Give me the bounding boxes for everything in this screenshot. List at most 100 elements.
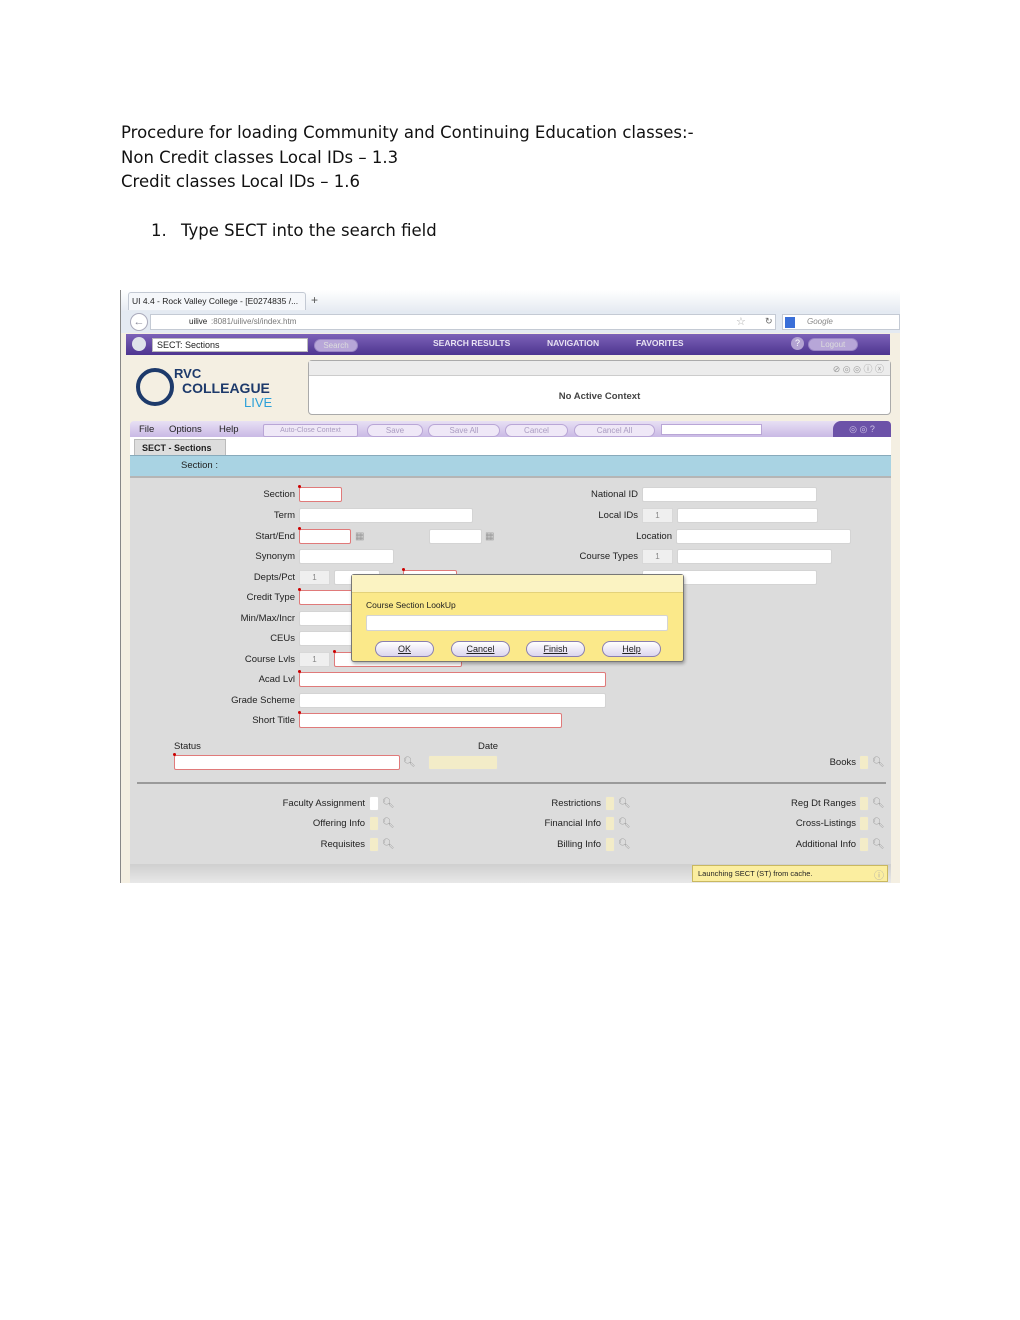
national-id-input[interactable] [642,487,817,502]
finish-button[interactable]: Finish [526,641,585,657]
browser-tab[interactable]: UI 4.4 - Rock Valley College - [E0274835… [128,292,306,310]
course-types-select[interactable] [677,549,832,564]
local-ids-count[interactable]: 1 [642,508,673,523]
faculty-assignment-field[interactable] [369,796,379,811]
search-engine: Google [807,317,833,326]
logout-button[interactable]: Logout [808,338,858,351]
search-value: SECT: Sections [157,340,220,350]
local-ids-input[interactable] [677,508,818,523]
financial-info-field[interactable] [605,816,615,831]
auto-close-select[interactable]: Auto-Close Context [263,424,358,437]
bookmark-star-icon[interactable]: ☆ [736,315,746,328]
label-short-title: Short Title [252,715,295,726]
lookup-icon[interactable]: 🔍︎ [618,798,631,810]
app-search-input[interactable]: SECT: Sections [152,338,308,352]
synonym-input[interactable] [299,549,394,564]
url-host: uilive [189,317,208,326]
additional-info-field[interactable] [859,837,869,852]
tab-sect-sections[interactable]: SECT - Sections [134,439,226,455]
grade-scheme-input[interactable] [299,693,606,708]
lookup-icon[interactable]: 🔍︎ [403,757,416,769]
cross-listings-field[interactable] [859,816,869,831]
start-date-input[interactable] [298,527,351,544]
location-input[interactable] [676,529,851,544]
label-ceus: CEUs [270,633,295,644]
address-bar[interactable]: uilive :8081/uilive/sl/index.htm ☆ ↻ [150,314,776,330]
cancel-button[interactable]: Cancel [505,424,568,437]
search-button[interactable]: Search [314,339,358,352]
back-icon[interactable]: ← [130,313,148,331]
zoom-slider[interactable] [661,424,762,435]
label-local-ids: Local IDs [598,510,638,521]
cancel-all-button[interactable]: Cancel All [574,424,655,437]
help-icon[interactable]: ? [791,337,804,350]
course-types-count[interactable]: 1 [642,549,673,564]
billing-info-field[interactable] [605,837,615,852]
heading-line: Credit classes Local IDs – 1.6 [121,172,360,191]
nav-navigation[interactable]: NAVIGATION [547,338,599,348]
new-tab-button[interactable]: + [311,293,318,307]
label-billing-info: Billing Info [557,839,601,850]
save-all-button[interactable]: Save All [428,424,500,437]
lookup-icon[interactable]: 🔍︎ [382,839,395,851]
lookup-icon[interactable]: 🔍︎ [872,757,885,769]
term-input[interactable] [299,508,473,523]
lookup-icon[interactable]: 🔍︎ [382,818,395,830]
books-field[interactable] [859,755,869,770]
calendar-icon[interactable]: ▦ [355,531,366,543]
label-course-lvls: Course Lvls [244,654,295,665]
short-title-input[interactable] [298,711,562,728]
reload-icon[interactable]: ↻ [765,316,773,327]
requisites-field[interactable] [369,837,379,852]
nav-search-results[interactable]: SEARCH RESULTS [433,338,510,348]
reg-dt-ranges-field[interactable] [859,796,869,811]
end-date-input[interactable] [429,529,482,544]
label-restrictions: Restrictions [551,798,601,809]
min-max-incr-input[interactable] [299,611,359,626]
nav-favorites[interactable]: FAVORITES [636,338,684,348]
label-course-types: Course Types [579,551,638,562]
context-header: ⊘ ◎ ◎ ⓘ ⓧ [309,361,890,376]
rvc-logo-icon [136,368,174,406]
step-number: 1. [151,221,167,240]
date-field [428,755,498,770]
document-page: Procedure for loading Community and Cont… [0,0,1020,1320]
lookup-icon[interactable]: 🔍︎ [618,839,631,851]
context-window-icons[interactable]: ⊘ ◎ ◎ ⓘ ⓧ [833,362,884,375]
info-icon[interactable]: ⓘ [874,867,884,882]
offering-info-field[interactable] [369,816,379,831]
section-input[interactable] [298,485,342,502]
save-button[interactable]: Save [367,424,423,437]
dialog-cancel-button[interactable]: Cancel [451,641,510,657]
lookup-icon[interactable]: 🔍︎ [872,818,885,830]
menu-file[interactable]: File [139,424,154,435]
credit-type-input[interactable] [298,588,359,605]
lookup-icon[interactable]: 🔍︎ [872,839,885,851]
label-term: Term [273,510,295,521]
dialog-lookup-input[interactable] [366,615,668,631]
browser-search[interactable]: Google [782,314,900,330]
ok-button[interactable]: OK [375,641,434,657]
restrictions-field[interactable] [605,796,615,811]
window-controls-icons[interactable]: ◎ ◎ ? [833,421,891,437]
depts-count[interactable]: 1 [299,570,330,585]
label-credit-type: Credit Type [246,592,295,603]
course-lvls-count[interactable]: 1 [299,652,330,667]
ceus-input[interactable] [299,631,359,646]
label-national-id: National ID [591,489,638,500]
lookup-icon[interactable]: 🔍︎ [872,798,885,810]
status-select[interactable] [173,753,400,770]
menu-options[interactable]: Options [169,424,202,435]
label-acad-lvl: Acad Lvl [258,674,295,685]
label-synonym: Synonym [255,551,295,562]
label-offering-info: Offering Info [312,818,365,829]
acad-lvl-input[interactable] [298,670,606,687]
dialog-help-button[interactable]: Help [602,641,661,657]
label-date: Date [478,741,499,752]
calendar-icon[interactable]: ▦ [485,531,496,543]
lookup-icon[interactable]: 🔍︎ [382,798,395,810]
logo-live: LIVE [244,395,273,410]
context-text: No Active Context [558,391,641,402]
lookup-icon[interactable]: 🔍︎ [618,818,631,830]
menu-help[interactable]: Help [219,424,239,435]
